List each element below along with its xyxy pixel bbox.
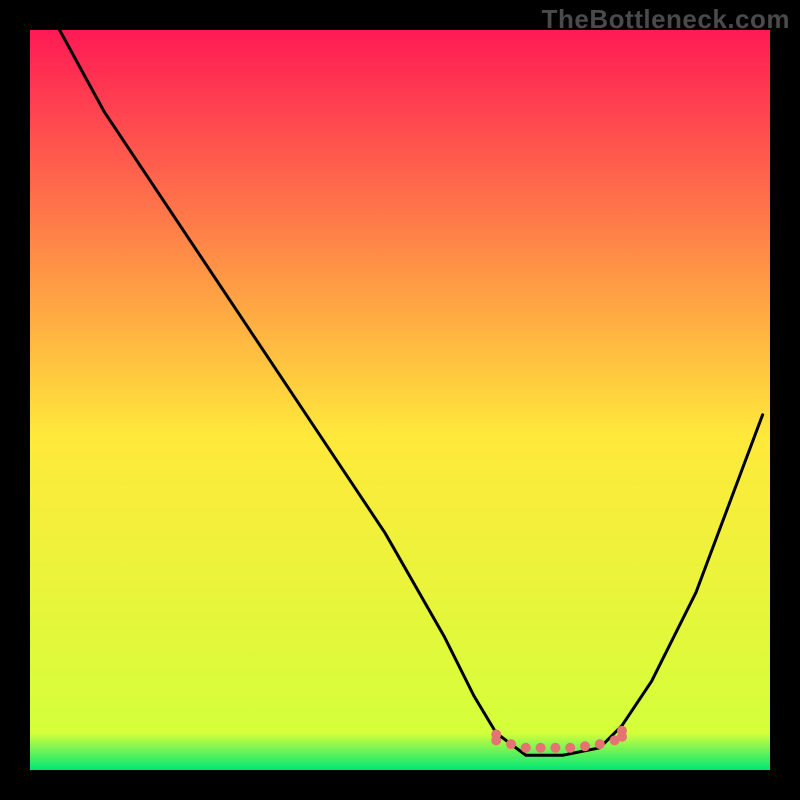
optimal-dot [536, 743, 546, 753]
optimal-dot [521, 743, 531, 753]
optimal-dot [595, 739, 605, 749]
optimal-dot [550, 743, 560, 753]
chart-frame: TheBottleneck.com [0, 0, 800, 800]
optimal-dot-cap [617, 726, 627, 736]
optimal-dot [580, 741, 590, 751]
optimal-dot-cap [491, 729, 501, 739]
plot-background [30, 30, 770, 770]
optimal-dot [565, 743, 575, 753]
bottleneck-chart [0, 0, 800, 800]
optimal-dot [506, 739, 516, 749]
